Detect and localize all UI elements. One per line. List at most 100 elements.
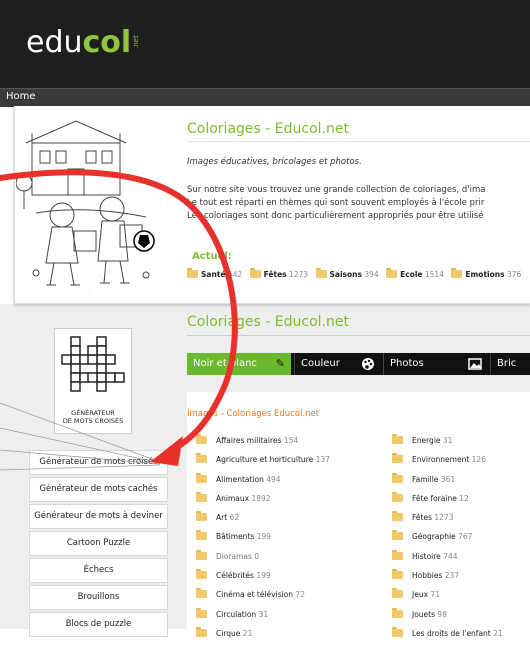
- logo-text-accent: col: [82, 25, 132, 60]
- tab-label: Couleur: [301, 358, 340, 369]
- intro-tagline: Images éducatives, bricolages et photos.: [187, 157, 362, 167]
- folder-icon: [451, 268, 463, 278]
- folder-icon: [392, 569, 403, 580]
- pencil-icon: ✎: [275, 357, 285, 370]
- folder-icon: [196, 549, 207, 560]
- menu-item-word-guess-generator[interactable]: Générateur de mots à deviner: [29, 504, 168, 529]
- crossword-generator-image[interactable]: GÉNÉRATEUR DE MOTS CROISÉS: [54, 328, 132, 434]
- category-link[interactable]: Bâtiments 199: [196, 530, 330, 551]
- tab-noir-et-blanc[interactable]: Noir et blanc ✎: [187, 353, 291, 375]
- folder-icon: [196, 530, 207, 541]
- category-link[interactable]: Fêtes 1273: [392, 511, 503, 532]
- folder-icon: [196, 472, 207, 483]
- category-link[interactable]: Cinéma et télévision 72: [196, 588, 330, 609]
- category-link[interactable]: Energie 31: [392, 434, 503, 455]
- side-menu: Générateur de mots croisés Générateur de…: [29, 450, 168, 639]
- category-link[interactable]: Hobbies 237: [392, 569, 503, 590]
- tab-photos[interactable]: Photos: [383, 353, 488, 375]
- category-link[interactable]: Fête foraine 12: [392, 491, 503, 513]
- children-coloring-illustration[interactable]: ·: [16, 113, 162, 296]
- folder-icon: [196, 511, 207, 522]
- menu-item-word-search-generator[interactable]: Générateur de mots cachés: [29, 477, 168, 502]
- generator-caption: GÉNÉRATEUR DE MOTS CROISÉS: [62, 409, 124, 425]
- category-link[interactable]: Famille 361: [392, 472, 503, 494]
- intro-description-line: Le tout est réparti en thèmes qui sont s…: [187, 198, 485, 208]
- folder-icon: [392, 530, 403, 541]
- nav-bar: Home: [0, 88, 530, 107]
- tab-label: Bric: [497, 358, 517, 369]
- current-category-link[interactable]: Emotions 376: [451, 268, 521, 279]
- panel-title: Images - Coloriages Educol.net: [187, 409, 320, 419]
- tab-couleur[interactable]: Couleur: [294, 353, 381, 375]
- category-link[interactable]: Célébrités 199: [196, 569, 330, 590]
- folder-icon: [392, 453, 403, 464]
- folder-icon: [392, 607, 403, 618]
- folder-icon: [196, 588, 207, 599]
- menu-item-puzzle-blocks[interactable]: Blocs de puzzle: [29, 612, 168, 637]
- menu-item-crossword-generator[interactable]: Générateur de mots croisés: [29, 450, 168, 475]
- current-category-link[interactable]: Ecole 1514: [386, 268, 444, 279]
- section-title: Coloriages - Educol.net: [187, 314, 349, 330]
- category-link[interactable]: Agriculture et horticulture 137: [196, 453, 330, 474]
- folder-icon: [196, 434, 207, 444]
- folder-icon: [392, 626, 403, 637]
- folder-icon: [392, 472, 403, 483]
- category-link[interactable]: Histoire 744: [392, 549, 503, 571]
- site-logo[interactable]: educol.net: [26, 25, 145, 60]
- category-column: Energie 31 Environnement 126 Famille 361…: [392, 434, 503, 648]
- category-link[interactable]: Animaux 1892: [196, 491, 330, 513]
- folder-icon: [196, 491, 207, 502]
- category-link[interactable]: Art 62: [196, 511, 330, 532]
- folder-icon: [249, 268, 261, 278]
- category-column: Affaires militaires 154 Agriculture et h…: [196, 434, 330, 648]
- category-link[interactable]: Les droits de l'enfant 21: [392, 626, 503, 648]
- folder-icon: [392, 588, 403, 599]
- category-link[interactable]: Affaires militaires 154: [196, 434, 330, 455]
- category-panel: Images - Coloriages Educol.net Affaires …: [187, 392, 530, 638]
- category-link[interactable]: Jouets 98: [392, 607, 503, 629]
- site-header: educol.net: [0, 0, 530, 88]
- tab-label: Noir et blanc: [193, 358, 258, 369]
- logo-text-main: edu: [26, 25, 83, 60]
- intro-description-line: Sur notre site vous trouvez une grande c…: [187, 185, 486, 195]
- divider: [187, 335, 530, 336]
- category-link[interactable]: Jeux 71: [392, 588, 503, 609]
- category-link[interactable]: Circulation 31: [196, 607, 330, 629]
- intro-description-line: Les coloriages sont donc particulièremen…: [187, 211, 484, 221]
- folder-icon: [196, 569, 207, 580]
- folder-icon: [386, 268, 398, 278]
- category-link[interactable]: Cirque 21: [196, 626, 330, 648]
- category-tabs: Noir et blanc ✎ Couleur Photos Bric: [187, 353, 530, 375]
- current-category-link[interactable]: Santé 542: [187, 268, 242, 279]
- divider: [187, 141, 530, 142]
- crossword-grid-icon: [61, 336, 125, 392]
- folder-icon: [187, 268, 198, 278]
- menu-item-cartoon-puzzle[interactable]: Cartoon Puzzle: [29, 531, 168, 556]
- tab-label: Photos: [390, 358, 424, 369]
- nav-home-link[interactable]: Home: [6, 91, 36, 102]
- current-category-link[interactable]: Fêtes 1273: [249, 268, 308, 279]
- photo-icon: [468, 353, 482, 378]
- folder-icon: [392, 511, 403, 522]
- category-link[interactable]: Dioramas 0: [196, 549, 330, 571]
- tab-bricolages[interactable]: Bric: [490, 353, 530, 375]
- folder-icon: [196, 626, 207, 637]
- folder-icon: [392, 549, 403, 560]
- category-link[interactable]: Environnement 126: [392, 453, 503, 474]
- folder-icon: [196, 453, 207, 464]
- current-categories: Santé 542 Fêtes 1273 Saisons 394 Ecole 1…: [187, 268, 526, 279]
- folder-icon: [392, 434, 403, 444]
- palette-icon: [361, 353, 375, 379]
- actuel-label: Actuel:: [192, 251, 232, 262]
- folder-icon: [196, 607, 207, 618]
- folder-icon: [315, 268, 327, 278]
- menu-item-chess[interactable]: Échecs: [29, 558, 168, 583]
- logo-suffix: .net: [132, 35, 141, 49]
- intro-title: Coloriages - Educol.net: [187, 121, 349, 137]
- menu-item-drafts[interactable]: Brouillons: [29, 585, 168, 610]
- category-link[interactable]: Géographie 767: [392, 530, 503, 551]
- svg-text:·: ·: [88, 289, 89, 294]
- category-link[interactable]: Alimentation 494: [196, 472, 330, 494]
- current-category-link[interactable]: Saisons 394: [315, 268, 379, 279]
- folder-icon: [392, 491, 403, 502]
